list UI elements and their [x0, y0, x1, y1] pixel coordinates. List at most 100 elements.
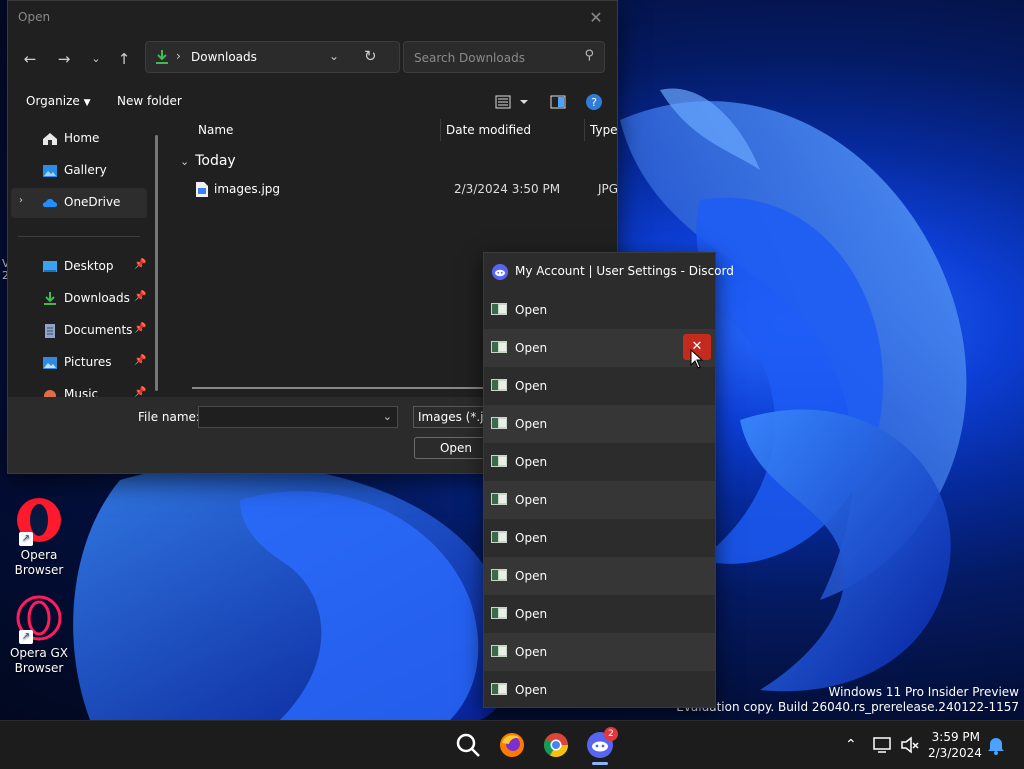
jump-list-item-label: Open — [515, 645, 548, 659]
help-icon[interactable]: ? — [586, 94, 602, 113]
group-header[interactable]: ⌄ Today — [180, 153, 236, 169]
image-file-icon — [491, 645, 507, 657]
jump-list-item-label: Open — [515, 379, 548, 393]
search-box[interactable]: ⚲ — [403, 41, 605, 73]
address-dropdown-icon[interactable]: ⌄ — [329, 49, 339, 63]
mouse-pointer — [690, 348, 704, 372]
system-clock[interactable]: 3:59 PM 2/3/2024 — [928, 729, 982, 761]
opera-gx-icon: ↗ — [15, 594, 63, 644]
close-icon[interactable]: ✕ — [585, 8, 607, 27]
jump-list-item[interactable]: Open — [484, 519, 715, 557]
jump-list-item[interactable]: Open — [484, 291, 715, 329]
chevron-down-icon[interactable]: ⌄ — [383, 410, 392, 423]
file-type: JPG F — [598, 182, 617, 196]
desktop-icon-label: Opera GX Browser — [9, 646, 69, 675]
image-file-icon — [491, 683, 507, 695]
jump-list-item[interactable]: Open — [484, 595, 715, 633]
organize-button[interactable]: Organize ▼ — [26, 94, 91, 108]
back-arrow-icon[interactable]: ← — [20, 49, 40, 69]
dropdown-caret-icon: ▼ — [83, 98, 91, 108]
windows-watermark: Windows 11 Pro Insider Preview Evaluatio… — [676, 685, 1019, 714]
download-icon — [156, 50, 168, 64]
volume-muted-icon[interactable] — [900, 735, 920, 755]
desktop-icon-opera-gx[interactable]: ↗ Opera GX Browser — [6, 594, 72, 676]
column-header-date-modified[interactable]: Date modified — [446, 123, 531, 137]
download-icon — [44, 292, 56, 305]
search-icon[interactable] — [452, 729, 484, 761]
horizontal-scrollbar[interactable] — [192, 387, 492, 389]
sidebar-item-home[interactable]: Home — [11, 124, 147, 154]
jump-list-item[interactable]: Open — [484, 671, 715, 709]
sidebar-item-onedrive[interactable]: › OneDrive — [11, 188, 147, 218]
documents-icon — [45, 324, 55, 338]
refresh-icon[interactable]: ↻ — [364, 47, 377, 65]
sidebar-item-downloads[interactable]: Downloads 📌 — [11, 284, 147, 314]
desktop-folder-icon — [43, 261, 57, 272]
pin-icon[interactable]: 📌 — [134, 323, 146, 334]
column-header-name[interactable]: Name — [198, 123, 233, 137]
jump-list-item[interactable]: Open — [484, 405, 715, 443]
forward-arrow-icon[interactable]: → — [54, 49, 74, 69]
sidebar-item-gallery[interactable]: Gallery — [11, 156, 147, 186]
home-icon — [43, 133, 57, 145]
sidebar-divider — [18, 236, 140, 237]
jump-list-item[interactable]: Open — [484, 481, 715, 519]
notification-bell-icon[interactable] — [986, 735, 1006, 755]
chrome-icon[interactable] — [540, 729, 572, 761]
expand-chevron-icon[interactable]: › — [19, 195, 23, 206]
jump-list-item-label: Open — [515, 569, 548, 583]
column-divider[interactable] — [584, 119, 585, 141]
address-bar[interactable]: › Downloads ⌄ ↻ — [145, 41, 400, 73]
search-icon[interactable]: ⚲ — [584, 48, 594, 63]
dialog-titlebar[interactable]: Open ✕ — [8, 1, 617, 33]
file-row[interactable]: images.jpg 2/3/2024 3:50 PM JPG F — [180, 179, 617, 201]
jump-list-item[interactable]: Open — [484, 443, 715, 481]
recent-locations-chevron-icon[interactable]: ⌄ — [86, 49, 106, 69]
jump-list-item-label: Open — [515, 341, 548, 355]
file-date: 2/3/2024 3:50 PM — [454, 182, 561, 196]
sidebar-item-documents[interactable]: Documents 📌 — [11, 316, 147, 346]
file-name-input[interactable]: ⌄ — [198, 406, 398, 428]
svg-text:?: ? — [591, 96, 597, 109]
jump-list-item-label: Open — [515, 303, 548, 317]
discord-icon — [492, 264, 508, 280]
preview-pane-icon[interactable] — [550, 94, 566, 113]
jump-list-header[interactable]: My Account | User Settings - Discord — [484, 253, 734, 289]
sidebar-item-pictures[interactable]: Pictures 📌 — [11, 348, 147, 378]
jump-list-item[interactable]: Open — [484, 367, 715, 405]
sidebar-item-music[interactable]: Music 📌 — [11, 380, 147, 397]
network-icon[interactable] — [872, 735, 892, 755]
image-file-icon — [491, 379, 507, 391]
sidebar-scrollbar[interactable] — [155, 135, 158, 391]
view-options-button[interactable] — [495, 94, 529, 113]
jump-list-item[interactable]: Open ✕ — [484, 329, 715, 367]
jump-list-item-label: Open — [515, 455, 548, 469]
address-path[interactable]: Downloads — [191, 50, 257, 64]
pin-icon[interactable]: 📌 — [134, 291, 146, 302]
new-folder-button[interactable]: New folder — [117, 94, 182, 108]
image-file-icon — [491, 493, 507, 505]
image-file-icon — [491, 455, 507, 467]
jump-list-title: My Account | User Settings - Discord — [515, 264, 734, 278]
dialog-title: Open — [18, 10, 51, 24]
pin-icon[interactable]: 📌 — [134, 387, 146, 397]
firefox-icon[interactable] — [496, 729, 528, 761]
desktop-icon-opera[interactable]: ↗ Opera Browser — [6, 496, 72, 578]
jump-list-item-label: Open — [515, 531, 548, 545]
pin-icon[interactable]: 📌 — [134, 259, 146, 270]
sidebar-item-desktop[interactable]: Desktop 📌 — [11, 252, 147, 282]
up-arrow-icon[interactable]: ↑ — [114, 49, 134, 69]
navigation-bar: ← → ⌄ ↑ › Downloads ⌄ ↻ ⚲ — [8, 41, 617, 77]
taskbar: ⌃ 3:59 PM 2/3/2024 — [0, 720, 1024, 769]
music-icon — [44, 390, 56, 397]
pictures-icon — [43, 357, 57, 369]
show-hidden-icons-chevron-icon[interactable]: ⌃ — [845, 737, 857, 753]
column-header-type[interactable]: Type — [590, 123, 617, 137]
column-divider[interactable] — [440, 119, 441, 141]
pin-icon[interactable]: 📌 — [134, 355, 146, 366]
search-input[interactable] — [412, 48, 576, 68]
active-app-indicator — [592, 762, 608, 765]
jump-list-item[interactable]: Open — [484, 633, 715, 671]
image-file-icon — [491, 341, 507, 353]
jump-list-item[interactable]: Open — [484, 557, 715, 595]
